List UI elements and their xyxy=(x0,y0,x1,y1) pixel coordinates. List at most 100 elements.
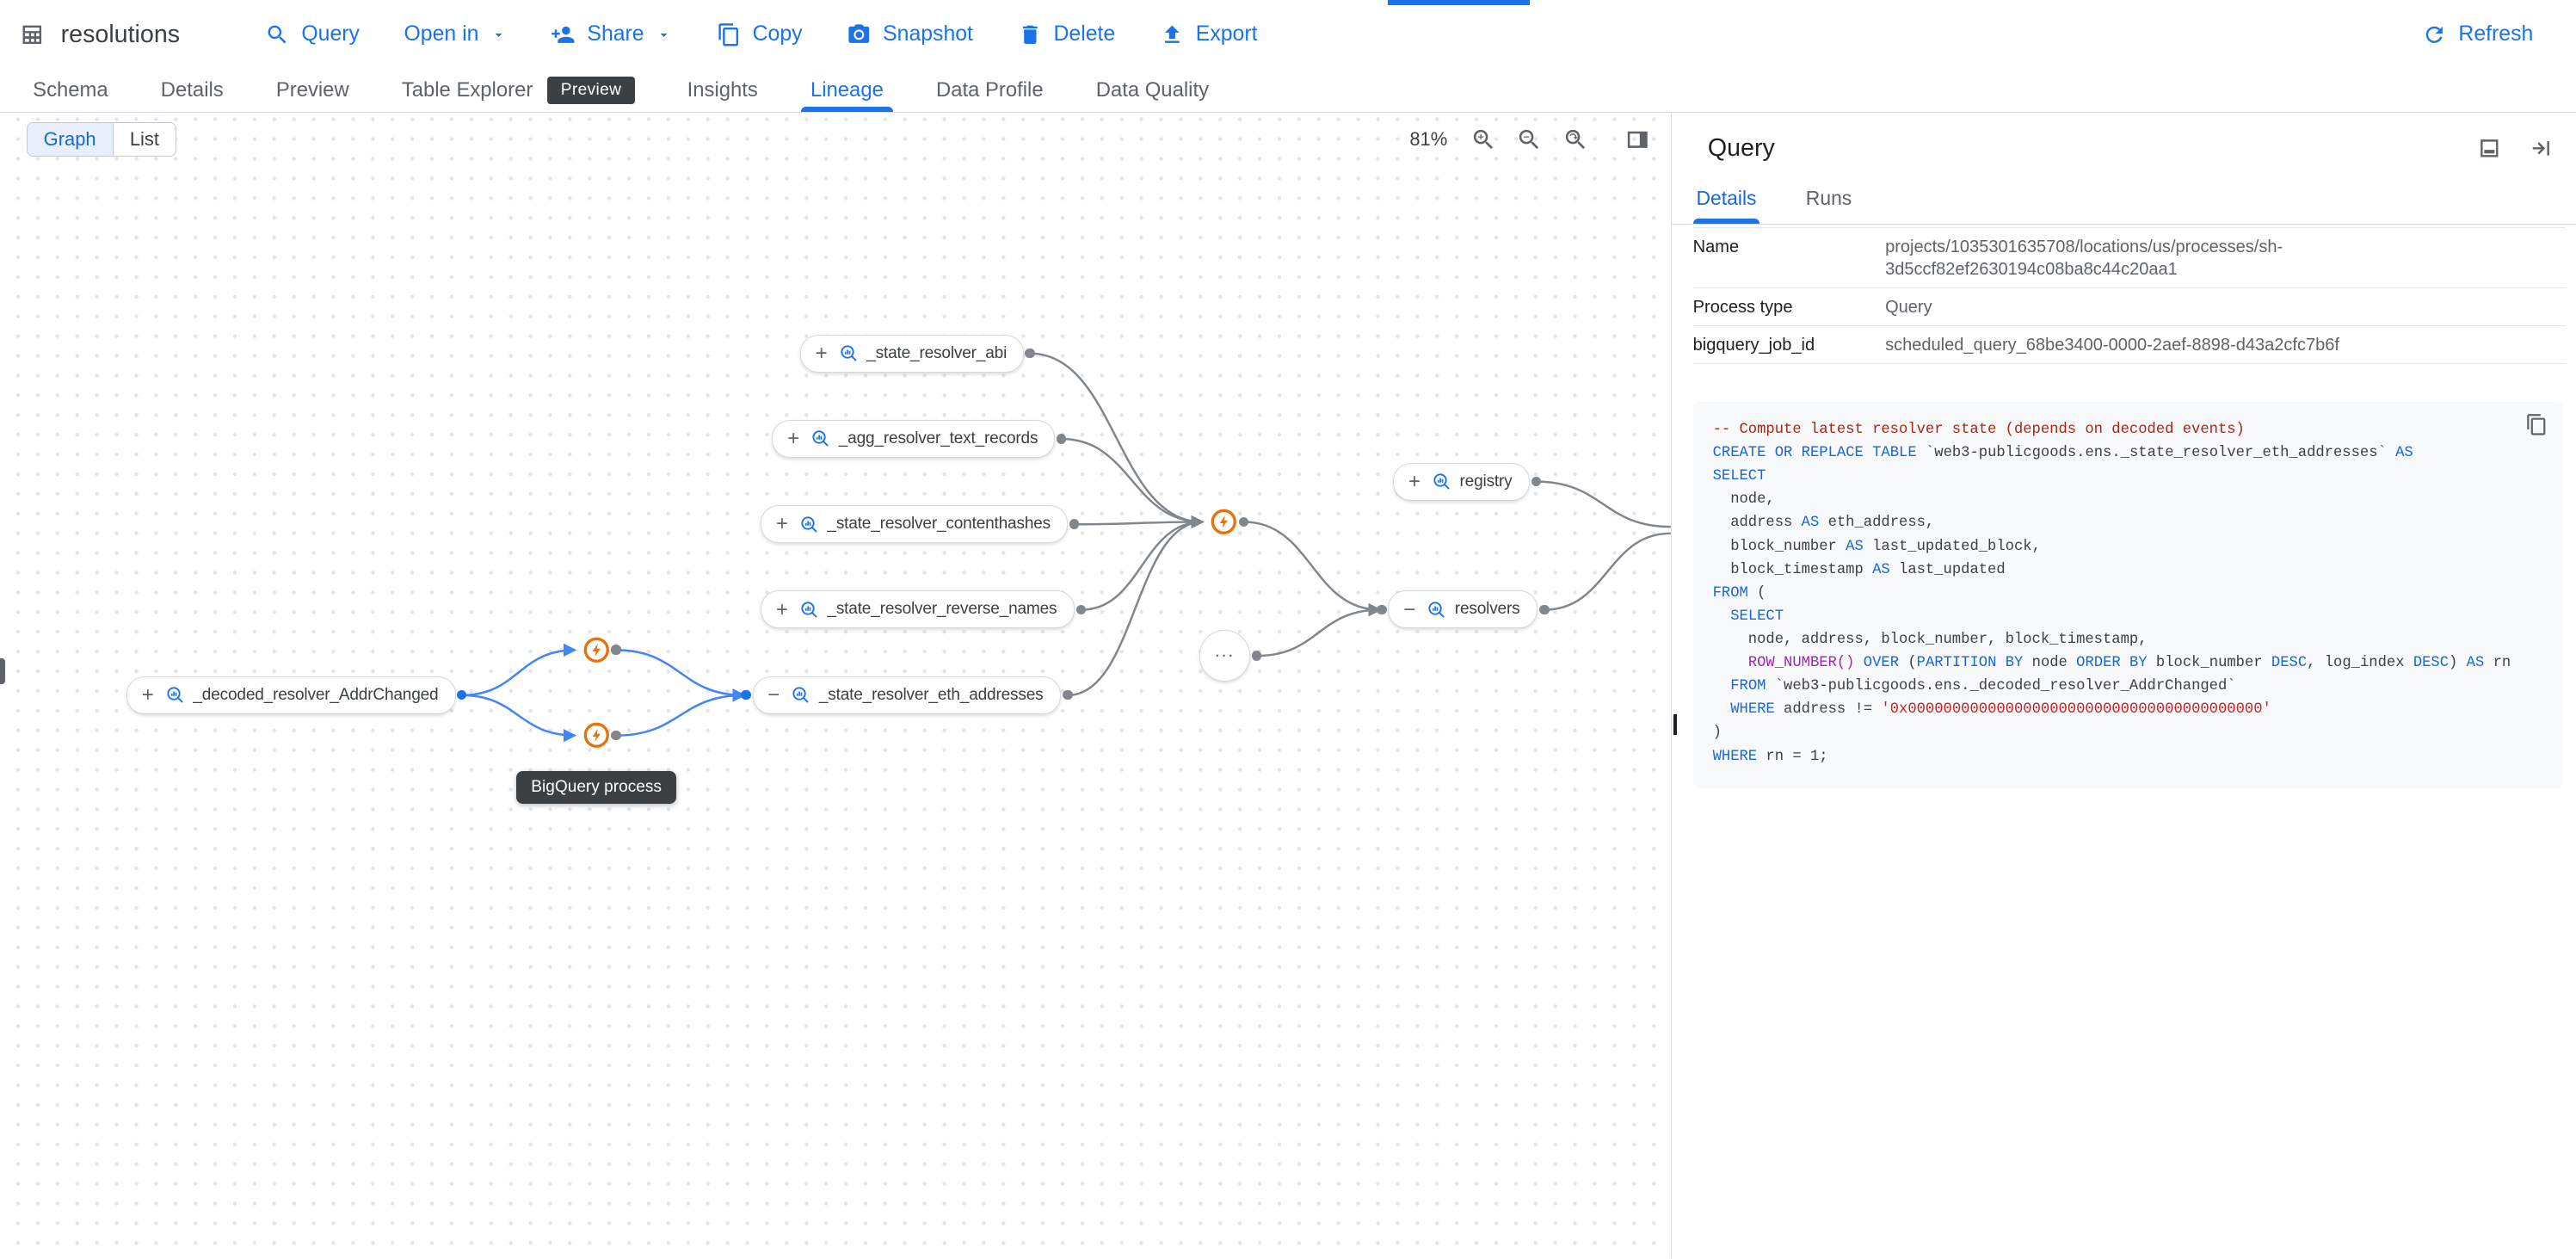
tab-insights[interactable]: Insights xyxy=(661,69,784,112)
open-in-button[interactable]: Open in xyxy=(387,13,523,57)
zoom-in-button[interactable] xyxy=(1470,127,1497,153)
refresh-label: Refresh xyxy=(2458,22,2533,46)
lineage-edge xyxy=(1243,521,1379,609)
connection-dot[interactable] xyxy=(1377,605,1386,614)
panel-title: Query xyxy=(1708,134,1775,163)
expand-icon[interactable]: + xyxy=(812,343,830,364)
canvas-toolbar: GraphList 81% xyxy=(27,122,1651,156)
lineage-node-registry[interactable]: + registry xyxy=(1393,463,1529,501)
copy-sql-button[interactable] xyxy=(2525,413,2548,436)
detail-label: Process type xyxy=(1693,297,1885,319)
dock-bottom-icon xyxy=(2477,136,2502,161)
connection-dot[interactable] xyxy=(611,731,620,740)
connection-dot[interactable] xyxy=(1252,651,1261,660)
expand-icon[interactable]: + xyxy=(139,685,157,706)
bigquery-table-icon xyxy=(1427,600,1446,620)
tab-details[interactable]: Details xyxy=(134,69,250,112)
detail-row: bigquery_job_idscheduled_query_68be3400-… xyxy=(1693,326,2567,364)
lineage-process-node[interactable] xyxy=(583,637,610,663)
connection-dot[interactable] xyxy=(1239,517,1248,527)
refresh-button[interactable]: Refresh xyxy=(2406,12,2549,57)
expand-icon[interactable]: + xyxy=(785,429,803,449)
node-label: resolvers xyxy=(1455,600,1520,619)
details-panel: Query Details Runs Nameprojects/103530163… xyxy=(1672,113,2576,1258)
bigquery-table-icon xyxy=(799,515,819,534)
export-button[interactable]: Export xyxy=(1143,12,1274,57)
copy-button[interactable]: Copy xyxy=(700,12,819,57)
connection-dot[interactable] xyxy=(1025,349,1034,358)
lineage-more-node[interactable]: ... xyxy=(1199,630,1250,681)
sql-code-block: -- Compute latest resolver state (depend… xyxy=(1693,402,2563,788)
tab-label: Lineage xyxy=(810,78,884,102)
node-label: _state_resolver_reverse_names xyxy=(827,600,1057,619)
node-label: registry xyxy=(1460,472,1513,491)
snapshot-icon xyxy=(847,22,872,47)
toggle-side-panel-button[interactable] xyxy=(1624,127,1651,153)
connection-dot[interactable] xyxy=(741,690,750,700)
connection-dot[interactable] xyxy=(1539,605,1549,614)
collapse-icon[interactable]: − xyxy=(1401,600,1419,620)
table-resource-icon xyxy=(20,22,45,47)
tab-schema[interactable]: Schema xyxy=(7,69,135,112)
tab-data-quality[interactable]: Data Quality xyxy=(1069,69,1235,112)
view-toggle-graph[interactable]: Graph xyxy=(28,123,113,155)
lineage-process-node[interactable] xyxy=(583,722,610,749)
node-label: _agg_resolver_text_records xyxy=(839,429,1038,448)
tab-data-profile[interactable]: Data Profile xyxy=(909,69,1069,112)
lineage-node-eth[interactable]: − _state_resolver_eth_addresses xyxy=(753,676,1061,714)
node-label: _state_resolver_abi xyxy=(866,344,1007,363)
detail-label: bigquery_job_id xyxy=(1693,335,1885,357)
lineage-node-reverse[interactable]: + _state_resolver_reverse_names xyxy=(761,590,1074,628)
expand-icon[interactable]: + xyxy=(773,600,791,620)
detail-label: Name xyxy=(1693,237,1885,281)
bigquery-table-icon xyxy=(1432,472,1451,491)
caret-down-icon xyxy=(656,27,672,43)
dock-bottom-button[interactable] xyxy=(2477,136,2502,161)
snapshot-button[interactable]: Snapshot xyxy=(830,12,989,57)
lineage-node-decoded[interactable]: +_decoded_resolver_AddrChanged xyxy=(126,676,456,714)
connection-dot[interactable] xyxy=(611,645,620,654)
lineage-node-resolvers[interactable]: − resolvers xyxy=(1388,590,1537,628)
canvas-scrollbar-thumb[interactable] xyxy=(0,658,5,685)
bigquery-table-icon xyxy=(799,600,819,620)
view-toggle-list[interactable]: List xyxy=(113,123,176,155)
lineage-canvas[interactable]: + _state_resolver_abi + _agg_resolver_text_… xyxy=(0,113,1672,1258)
connection-dot[interactable] xyxy=(1057,434,1066,443)
bigquery-table-icon xyxy=(165,685,185,705)
lineage-node-contenthashes[interactable]: +_state_resolver_contenthashes xyxy=(761,505,1068,543)
share-button[interactable]: Share xyxy=(534,12,688,57)
expand-icon[interactable]: + xyxy=(1406,472,1424,492)
connection-dot[interactable] xyxy=(1531,477,1541,486)
lineage-edge xyxy=(1536,481,1671,527)
expand-icon[interactable]: + xyxy=(773,514,791,534)
preview-badge: Preview xyxy=(547,77,634,104)
lineage-process-node[interactable] xyxy=(1211,509,1237,535)
tab-table-explorer[interactable]: Table ExplorerPreview xyxy=(375,69,661,112)
sql-query: -- Compute latest resolver state (depend… xyxy=(1713,418,2550,768)
zoom-out-icon xyxy=(1516,127,1543,153)
collapse-icon[interactable]: − xyxy=(765,685,783,706)
toolbar-actions: Query Open inShare Copy Snapshot Delete Expor… xyxy=(249,12,1273,57)
delete-button[interactable]: Delete xyxy=(1001,12,1131,57)
page-title: resolutions xyxy=(61,21,180,49)
delete-icon xyxy=(1018,22,1043,47)
zoom-reset-button[interactable] xyxy=(1562,127,1589,153)
tab-preview[interactable]: Preview xyxy=(250,69,375,112)
panel-tab-runs[interactable]: Runs xyxy=(1803,177,1855,224)
caret-down-icon xyxy=(490,27,507,43)
zoom-in-icon xyxy=(1470,127,1497,153)
node-label: _state_resolver_eth_addresses xyxy=(819,686,1044,705)
lineage-edge xyxy=(616,695,744,736)
lineage-node-agg[interactable]: + _agg_resolver_text_records xyxy=(772,420,1055,458)
panel-tab-details[interactable]: Details xyxy=(1693,177,1760,224)
panel-header: Query xyxy=(1672,113,2576,177)
detail-value: projects/1035301635708/locations/us/proc… xyxy=(1885,237,2431,281)
collapse-panel-button[interactable] xyxy=(2529,136,2554,161)
zoom-out-button[interactable] xyxy=(1516,127,1543,153)
lineage-node-abi[interactable]: + _state_resolver_abi xyxy=(800,335,1024,373)
refresh-icon xyxy=(2422,22,2447,47)
tab-lineage[interactable]: Lineage xyxy=(784,69,909,112)
button-label: Snapshot xyxy=(883,22,973,46)
query-button[interactable]: Query xyxy=(249,12,376,57)
button-label: Query xyxy=(301,22,360,46)
